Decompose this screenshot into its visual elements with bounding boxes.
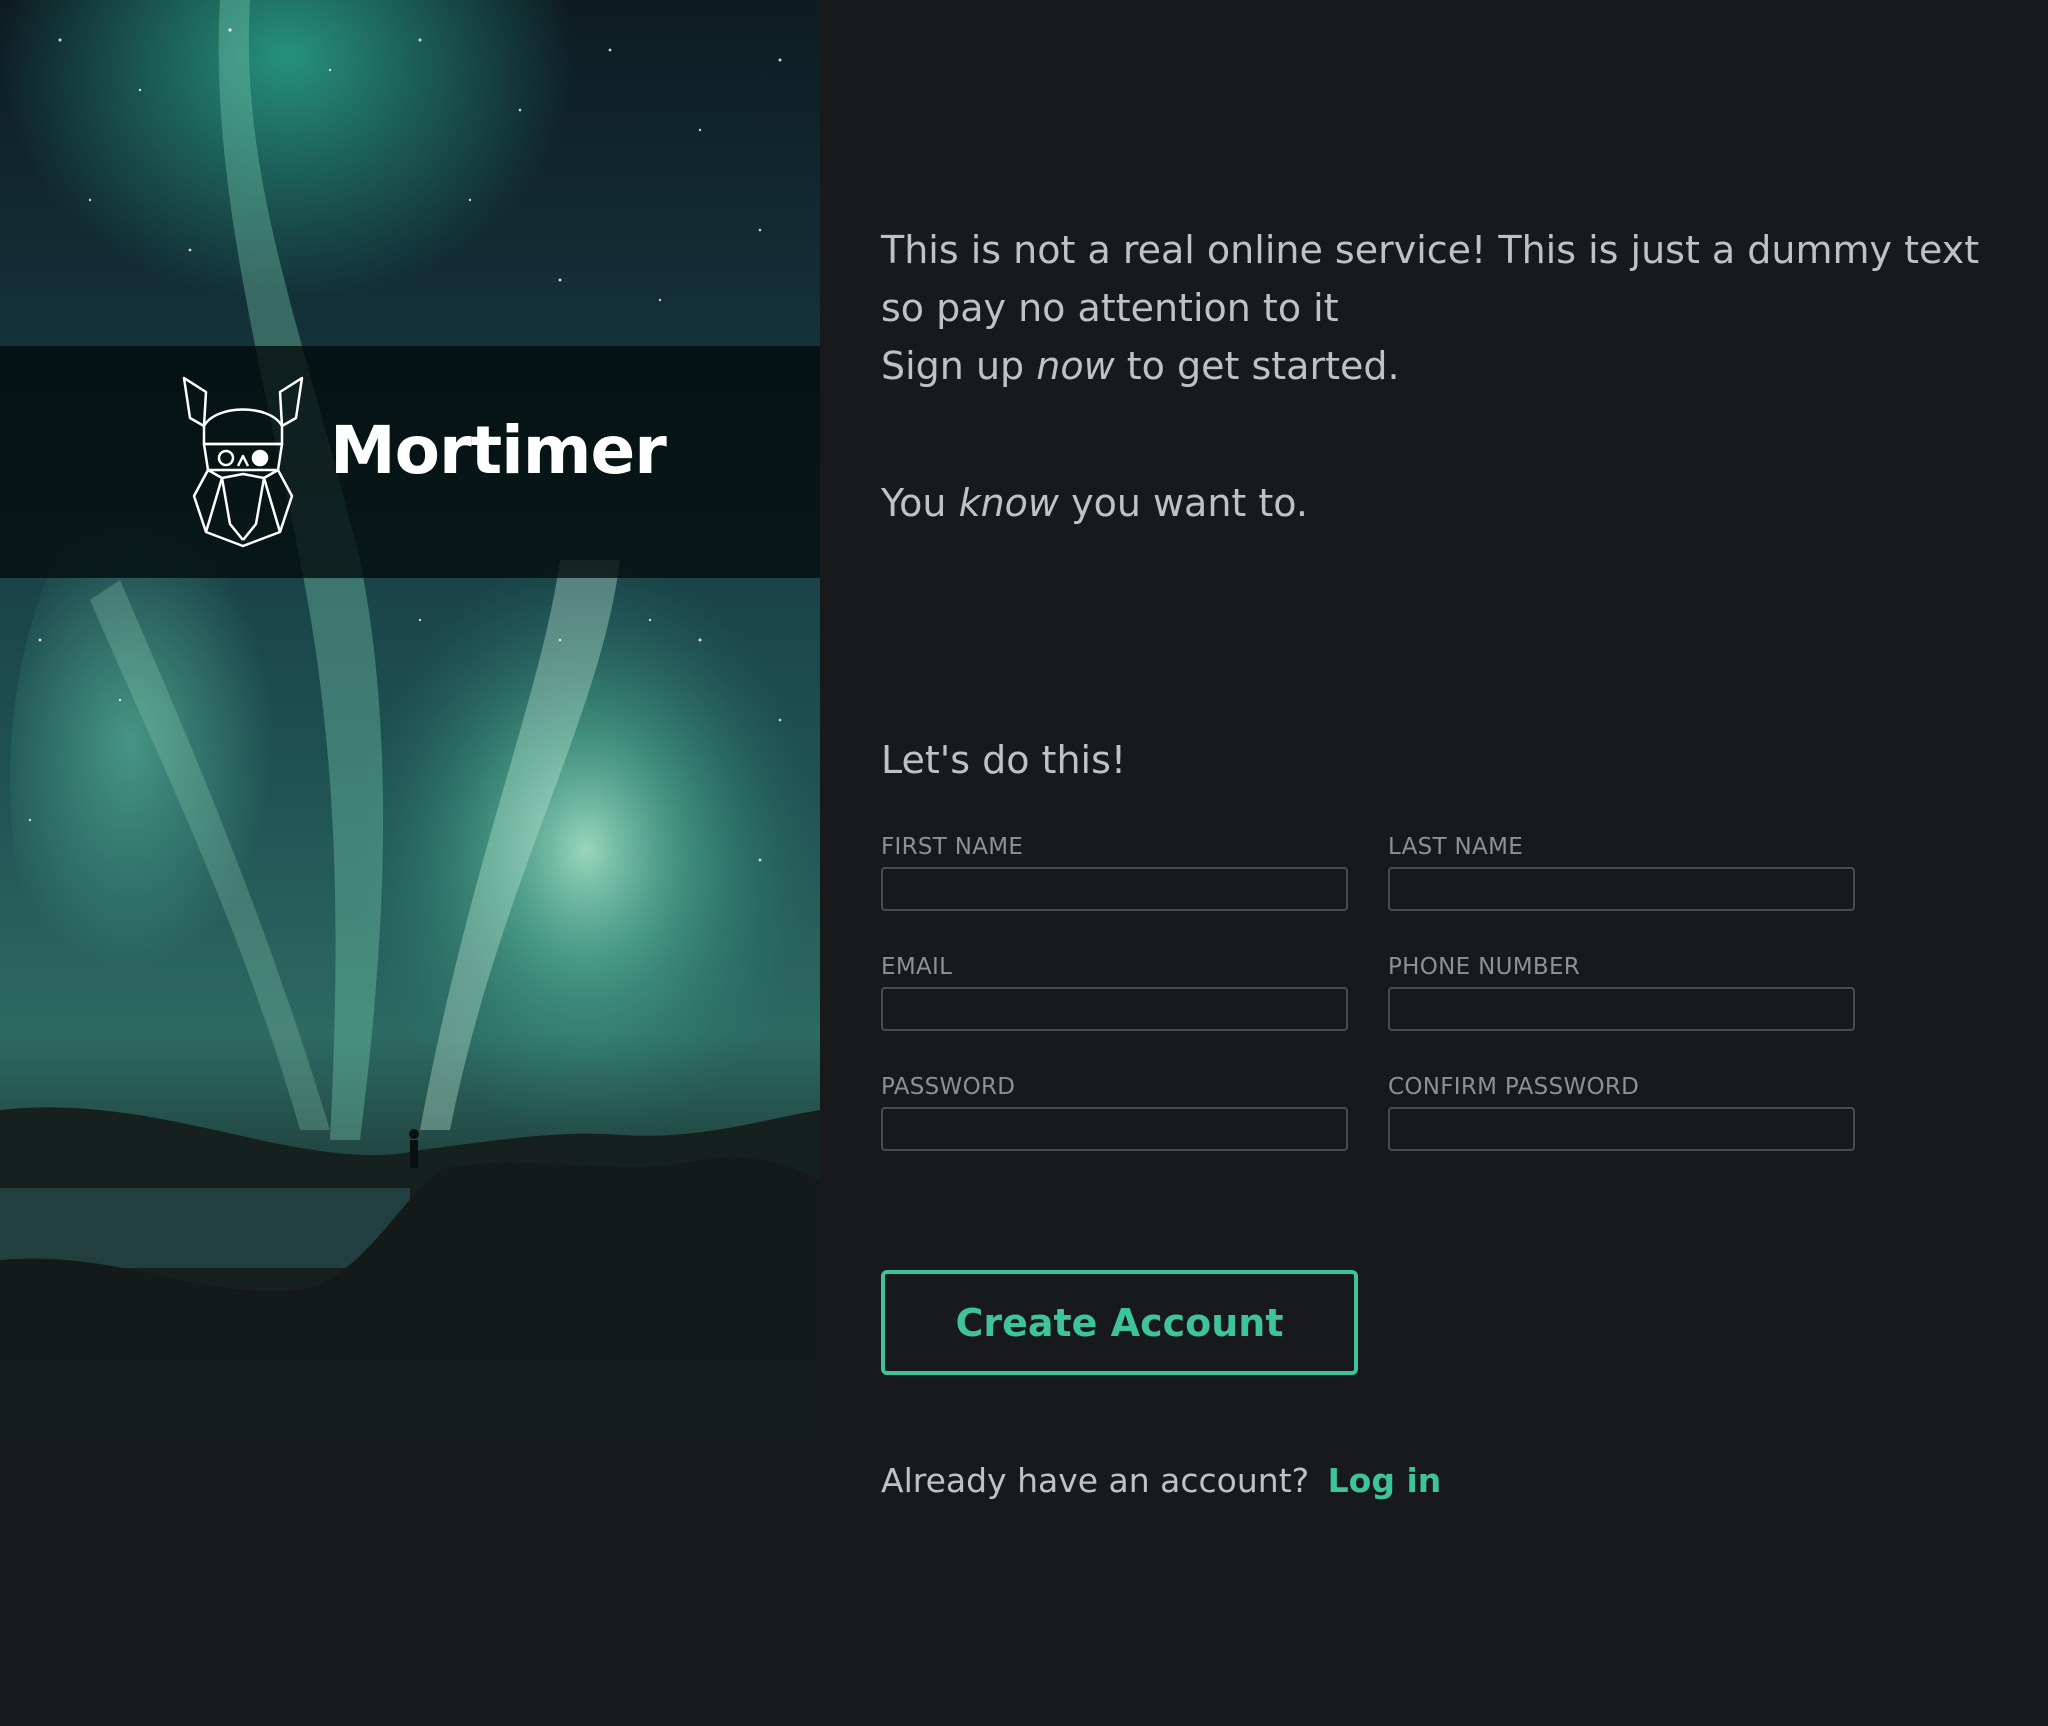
password-input[interactable] (881, 1107, 1348, 1151)
intro-line-2: Sign up now to get started. (881, 337, 2001, 395)
login-prompt: Already have an account? (881, 1461, 1310, 1500)
aurora-background-image (0, 0, 820, 1726)
intro-line-2-emphasis: now (1036, 344, 1115, 388)
email-input[interactable] (881, 987, 1348, 1031)
password-group: PASSWORD (881, 1073, 1348, 1151)
intro-text: This is not a real online service! This … (881, 221, 2001, 395)
intro-line-1: This is not a real online service! This … (881, 228, 1980, 330)
viking-head-logo-icon (182, 376, 304, 548)
last-name-input[interactable] (1388, 867, 1855, 911)
form-heading: Let's do this! (881, 738, 1127, 782)
tagline-after: you want to. (1059, 481, 1308, 525)
signup-page: Mortimer This is not a real online servi… (0, 0, 2048, 1726)
password-label: PASSWORD (881, 1074, 1016, 1100)
confirm-password-input[interactable] (1388, 1107, 1855, 1151)
intro-line-2-after: to get started. (1114, 344, 1400, 388)
tagline-emphasis: know (958, 481, 1059, 525)
signup-content: This is not a real online service! This … (881, 0, 2001, 1726)
last-name-group: LAST NAME (1388, 833, 1855, 911)
intro-line-2-before: Sign up (881, 344, 1037, 388)
first-name-label: FIRST NAME (881, 834, 1024, 860)
login-link[interactable]: Log in (1328, 1461, 1442, 1500)
hero-panel: Mortimer (0, 0, 820, 1726)
confirm-password-label: CONFIRM PASSWORD (1388, 1074, 1640, 1100)
tagline: You know you want to. (881, 474, 1308, 532)
tagline-before: You (881, 481, 959, 525)
phone-group: PHONE NUMBER (1388, 953, 1855, 1031)
first-name-group: FIRST NAME (881, 833, 1348, 911)
first-name-input[interactable] (881, 867, 1348, 911)
email-label: EMAIL (881, 954, 953, 980)
create-account-button[interactable]: Create Account (881, 1270, 1358, 1375)
phone-input[interactable] (1388, 987, 1855, 1031)
brand-name: Mortimer (330, 412, 667, 489)
confirm-password-group: CONFIRM PASSWORD (1388, 1073, 1855, 1151)
last-name-label: LAST NAME (1388, 834, 1524, 860)
login-row: Already have an account? Log in (881, 1452, 1441, 1510)
phone-label: PHONE NUMBER (1388, 954, 1581, 980)
email-group: EMAIL (881, 953, 1348, 1031)
